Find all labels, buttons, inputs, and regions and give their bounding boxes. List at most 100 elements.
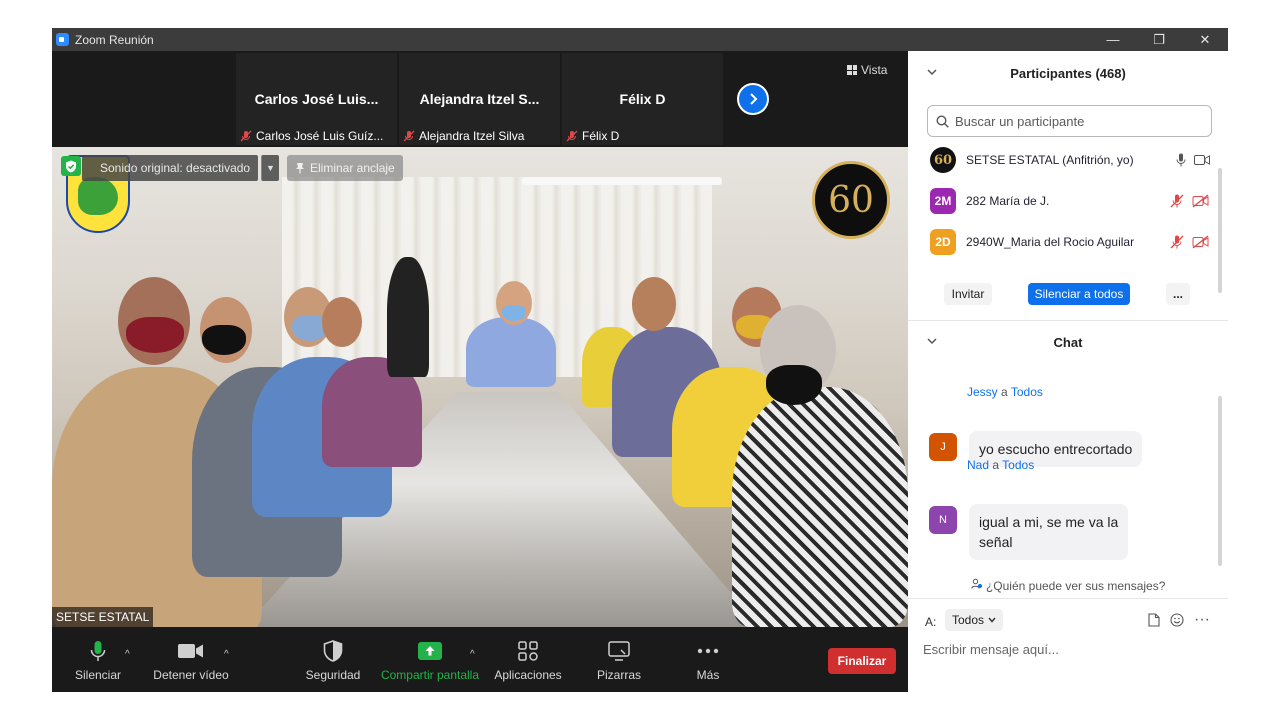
security-button[interactable]: Seguridad [302, 627, 364, 692]
microphone-icon[interactable] [1176, 153, 1186, 167]
original-sound-dropdown[interactable]: ▼ [261, 155, 279, 181]
grid-icon [847, 65, 857, 75]
chat-scrollbar[interactable] [1218, 396, 1222, 566]
chat-tools: ··· [1148, 611, 1210, 629]
participant-tile[interactable]: Carlos José Luis... Carlos José Luis Guí… [236, 53, 397, 145]
who-can-see-messages[interactable]: ¿Quién puede ver sus mensajes? [908, 578, 1228, 593]
people-icon [970, 578, 982, 589]
recipient-name: Todos [1002, 458, 1035, 472]
view-label: Vista [861, 63, 888, 77]
participant-avatar: 60 [930, 147, 956, 173]
recipient-select[interactable]: Todos [945, 609, 1003, 631]
whiteboard-icon [608, 640, 630, 661]
apps-icon [518, 640, 538, 661]
original-sound-button[interactable]: Sonido original: desactivado [82, 155, 259, 181]
anniversary-logo: 60 [812, 161, 890, 239]
mic-muted-icon[interactable] [1170, 235, 1184, 249]
restore-button[interactable]: ❐ [1136, 28, 1182, 51]
zoom-window: Zoom Reunión — ❐ ✕ Carlos José Luis... C… [52, 28, 1228, 692]
unpin-label: Eliminar anclaje [310, 161, 395, 175]
end-meeting-button[interactable]: Finalizar [828, 648, 896, 674]
participant-name: 2940W_Maria del Rocio Aguilar [966, 235, 1135, 249]
whiteboards-label: Pizarras [596, 667, 641, 682]
share-screen-icon [418, 641, 442, 660]
search-icon [936, 114, 949, 128]
sender-name[interactable]: Nad [967, 458, 989, 472]
sender-name[interactable]: Jessy [967, 385, 998, 399]
tile-name: Carlos José Luis... [254, 91, 379, 107]
more-participant-options-button[interactable]: ... [1166, 283, 1190, 305]
chevron-down-icon[interactable] [926, 335, 938, 347]
to-word: a [992, 458, 1000, 472]
unpin-button[interactable]: Eliminar anclaje [287, 155, 403, 181]
mute-button[interactable]: Silenciar [70, 627, 126, 692]
chat-avatar: N [929, 506, 957, 534]
invite-button[interactable]: Invitar [944, 283, 992, 305]
chat-header: Chat [908, 321, 1228, 363]
more-dots-icon [697, 648, 719, 653]
chat-message-line: igual a mi, se me va la [979, 514, 1119, 530]
participants-header: Participantes (468) [908, 52, 1228, 94]
participant-row[interactable]: 60 SETSE ESTATAL (Anfitrión, yo) [930, 146, 1210, 174]
participant-avatar: 2M [930, 188, 956, 214]
audio-options-caret-icon[interactable]: ^ [125, 649, 130, 660]
tile-label: Carlos José Luis Guíz... [240, 129, 393, 143]
person-head [322, 297, 362, 347]
chevron-down-icon [988, 617, 996, 623]
person-shape [466, 317, 556, 387]
mic-muted-icon[interactable] [1170, 194, 1184, 208]
participant-row[interactable]: 2M 282 María de J. [930, 187, 1210, 215]
apps-button[interactable]: Aplicaciones [492, 627, 564, 692]
title-bar: Zoom Reunión — ❐ ✕ [52, 28, 1228, 51]
main-video[interactable]: 60 Sonido original: desactivado ▼ Elimin… [52, 147, 908, 627]
stop-video-button[interactable]: Detener vídeo [152, 627, 230, 692]
mute-label: Silenciar [74, 667, 122, 682]
recipient-name: Todos [1010, 385, 1043, 399]
encryption-shield-icon[interactable] [61, 156, 81, 176]
video-options-caret-icon[interactable]: ^ [224, 649, 229, 660]
gallery-strip: Carlos José Luis... Carlos José Luis Guí… [52, 51, 908, 147]
more-options-icon[interactable]: ··· [1194, 611, 1210, 629]
participant-search[interactable] [927, 105, 1212, 137]
shield-icon [323, 639, 343, 662]
face-mask [502, 305, 526, 321]
chevron-down-icon[interactable] [926, 66, 938, 78]
whiteboards-button[interactable]: Pizarras [590, 627, 648, 692]
person-shape [732, 387, 908, 627]
participant-avatar: 2D [930, 229, 956, 255]
emoji-icon[interactable] [1170, 613, 1184, 627]
close-button[interactable]: ✕ [1182, 28, 1228, 51]
participant-tile[interactable]: Alejandra Itzel S... Alejandra Itzel Sil… [399, 53, 560, 145]
zoom-app-icon [56, 33, 69, 46]
view-button[interactable]: Vista [847, 63, 887, 77]
recipient-value: Todos [951, 613, 985, 627]
tile-label: Alejandra Itzel Silva [403, 129, 556, 143]
minimize-button[interactable]: — [1090, 28, 1136, 51]
next-page-button[interactable] [737, 83, 769, 115]
participants-title: Participantes (468) [1010, 65, 1126, 81]
side-panel: Participantes (468) 60 SETSE ESTATAL (An… [908, 51, 1228, 692]
chevron-right-icon [750, 93, 758, 105]
participant-name: 282 María de J. [966, 194, 1050, 208]
chat-message-input[interactable] [923, 637, 1213, 661]
participant-row[interactable]: 2D 2940W_Maria del Rocio Aguilar [930, 228, 1210, 256]
file-icon[interactable] [1148, 613, 1160, 627]
video-area: Carlos José Luis... Carlos José Luis Guí… [52, 51, 908, 692]
video-camera-icon[interactable] [1194, 154, 1210, 166]
mic-muted-icon [240, 130, 252, 142]
stop-video-label: Detener vídeo [153, 667, 229, 682]
face-mask [766, 365, 822, 405]
face-mask [202, 325, 246, 355]
share-screen-button[interactable]: Compartir pantalla [378, 627, 482, 692]
window-title: Zoom Reunión [75, 32, 154, 47]
who-can-see-label: ¿Quién puede ver sus mensajes? [985, 579, 1166, 593]
video-off-icon[interactable] [1192, 235, 1210, 249]
person-shape [387, 257, 429, 377]
participant-tile[interactable]: Félix D Félix D [562, 53, 723, 145]
video-off-icon[interactable] [1192, 194, 1210, 208]
participant-search-input[interactable] [955, 113, 1211, 129]
participants-scrollbar[interactable] [1218, 168, 1222, 293]
more-button[interactable]: Más [688, 627, 728, 692]
mute-all-button[interactable]: Silenciar a todos [1028, 283, 1130, 305]
share-options-caret-icon[interactable]: ^ [470, 649, 475, 660]
